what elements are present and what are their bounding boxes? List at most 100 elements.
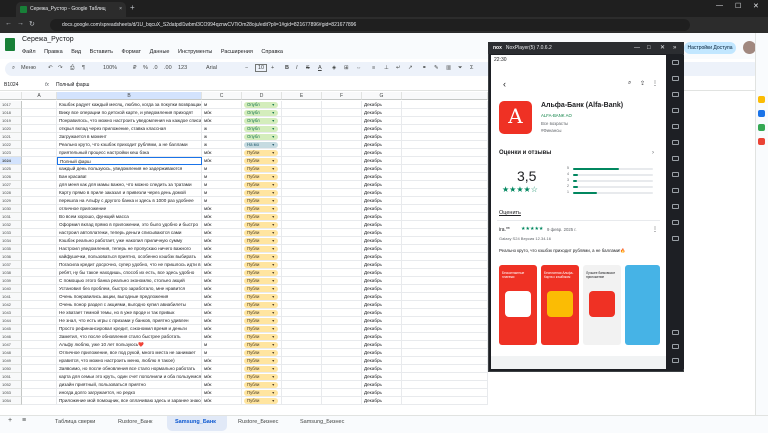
status-chip[interactable]: Публи ▼ [244, 262, 278, 268]
cell-review-text[interactable]: Отличное приложение, все под рукой, мног… [57, 349, 202, 357]
cell-gender[interactable]: м/ж [202, 365, 242, 373]
volume-down-icon[interactable] [672, 108, 679, 113]
cell-gender[interactable]: м/ж [202, 293, 242, 301]
cell-status[interactable]: Публи ▼ [242, 181, 282, 189]
cell[interactable] [322, 117, 362, 125]
dropdown-arrow-icon[interactable]: ▼ [272, 342, 275, 348]
tab-sheet[interactable]: Rustore_Банк [118, 419, 152, 425]
cell-review-text[interactable]: Очень понравились акции, выгодные предло… [57, 293, 202, 301]
cell[interactable] [22, 325, 57, 333]
row-number[interactable]: 1054 [0, 397, 22, 405]
cell[interactable] [282, 349, 322, 357]
cell[interactable] [322, 181, 362, 189]
cell-gender[interactable]: м/ж [202, 309, 242, 317]
close-window-button[interactable]: ✕ [753, 2, 759, 10]
row-number[interactable]: 1027 [0, 181, 22, 189]
share-button[interactable]: Настройки Доступа [684, 42, 736, 54]
cell-review-text[interactable]: Настроил уведомления, теперь не пропуска… [57, 245, 202, 253]
row-number[interactable]: 1042 [0, 301, 22, 309]
cell-status[interactable]: Публи ▼ [242, 197, 282, 205]
dropdown-arrow-icon[interactable]: ▼ [272, 190, 275, 196]
chevron-right-icon[interactable]: › [652, 150, 654, 156]
cell-review-text[interactable]: Вижу все операции по детской карте, и ув… [57, 109, 202, 117]
row-number[interactable]: 1025 [0, 165, 22, 173]
cell-month[interactable]: Декабрь [362, 373, 402, 381]
cell-gender[interactable]: м/ж [202, 229, 242, 237]
cell-status[interactable]: Публи ▼ [242, 213, 282, 221]
dropdown-arrow-icon[interactable]: ▼ [272, 390, 275, 396]
status-chip[interactable]: Публи ▼ [244, 366, 278, 372]
status-chip[interactable]: Публи ▼ [244, 270, 278, 276]
cell-review-text[interactable]: нравится, что можно настроить меню, любл… [57, 357, 202, 365]
decrease-font-icon[interactable]: − [245, 65, 248, 71]
cell[interactable] [402, 205, 488, 213]
row-number[interactable]: 1030 [0, 205, 22, 213]
new-tab-button[interactable]: + [130, 3, 135, 12]
cell-review-text[interactable]: настроил автоплатежи, теперь деньги спис… [57, 229, 202, 237]
cell[interactable] [22, 293, 57, 301]
cell-gender[interactable]: м/ж [202, 157, 242, 165]
cell[interactable] [282, 325, 322, 333]
cell-month[interactable]: Декабрь [362, 173, 402, 181]
dropdown-arrow-icon[interactable]: ▼ [272, 286, 275, 292]
browser-tab[interactable]: Сережа_Рустор - Google Таблиц × [16, 2, 126, 17]
cell[interactable] [322, 293, 362, 301]
dropdown-arrow-icon[interactable]: ▼ [272, 398, 275, 404]
cell-review-text[interactable]: Карту прямо в приле заказал и привезли ч… [57, 189, 202, 197]
row-number[interactable]: 1022 [0, 141, 22, 149]
cell[interactable] [282, 381, 322, 389]
menu-format[interactable]: Формат [122, 49, 142, 55]
cell-status[interactable]: Публи ▼ [242, 317, 282, 325]
row-number[interactable]: 1019 [0, 117, 22, 125]
status-chip[interactable]: Публи ▼ [244, 398, 278, 404]
cell-gender[interactable]: м [202, 197, 242, 205]
cell-gender[interactable]: м/ж [202, 357, 242, 365]
cell[interactable] [402, 349, 488, 357]
cell[interactable] [402, 117, 488, 125]
cell-review-text[interactable]: иногда долго загружается, но редко [57, 389, 202, 397]
display-icon[interactable] [672, 124, 679, 129]
status-chip[interactable]: Публи ▼ [244, 302, 278, 308]
status-chip[interactable]: Публи ▼ [244, 334, 278, 340]
status-chip[interactable]: Публи ▼ [244, 174, 278, 180]
cell[interactable] [322, 157, 362, 165]
emulator-collapse-button[interactable]: » [673, 42, 676, 54]
cell[interactable] [282, 373, 322, 381]
filter-icon[interactable]: ⏷ [458, 65, 462, 72]
cell-gender[interactable]: ж [202, 125, 242, 133]
cell-gender[interactable]: м/ж [202, 317, 242, 325]
dropdown-arrow-icon[interactable]: ▼ [272, 134, 275, 140]
cell-month[interactable]: Декабрь [362, 197, 402, 205]
undo-icon[interactable]: ↶ [48, 65, 53, 71]
comment-icon[interactable]: ✎ [434, 65, 439, 71]
cell[interactable] [322, 229, 362, 237]
status-chip[interactable]: Публи ▼ [244, 166, 278, 172]
status-chip[interactable]: Публи ▼ [244, 246, 278, 252]
screenshot-thumbnail[interactable]: Бесконтактные платежи [499, 265, 537, 345]
dropdown-arrow-icon[interactable]: ▼ [272, 302, 275, 308]
column-header[interactable]: F [322, 92, 362, 100]
cell[interactable] [22, 317, 57, 325]
cell-gender[interactable]: м/ж [202, 333, 242, 341]
cell-gender[interactable]: м/ж [202, 301, 242, 309]
cell-gender[interactable]: м [202, 101, 242, 109]
column-header-empty[interactable] [402, 92, 488, 100]
status-chip[interactable]: Публи ▼ [244, 278, 278, 284]
wrap-icon[interactable]: ↵ [396, 65, 401, 71]
cell-review-text[interactable]: Заметил, что после обновления стало быст… [57, 333, 202, 341]
screenshot-thumbnail[interactable] [625, 265, 660, 345]
app-category[interactable]: #Финансы [541, 128, 561, 133]
cell[interactable] [22, 277, 57, 285]
cell-gender[interactable]: м [202, 165, 242, 173]
cell-status[interactable]: Публи ▼ [242, 269, 282, 277]
menu-edit[interactable]: Правка [44, 49, 63, 55]
share-icon[interactable]: ⇪ [640, 80, 645, 87]
cell[interactable] [402, 189, 488, 197]
status-chip[interactable]: Публи ▼ [244, 350, 278, 356]
cell[interactable] [322, 173, 362, 181]
cell[interactable] [282, 301, 322, 309]
cell-review-text[interactable]: приятельный процесс настройки кеш бэка [57, 149, 202, 157]
cell[interactable] [22, 229, 57, 237]
row-number[interactable]: 1031 [0, 213, 22, 221]
cell-gender[interactable]: м/ж [202, 253, 242, 261]
